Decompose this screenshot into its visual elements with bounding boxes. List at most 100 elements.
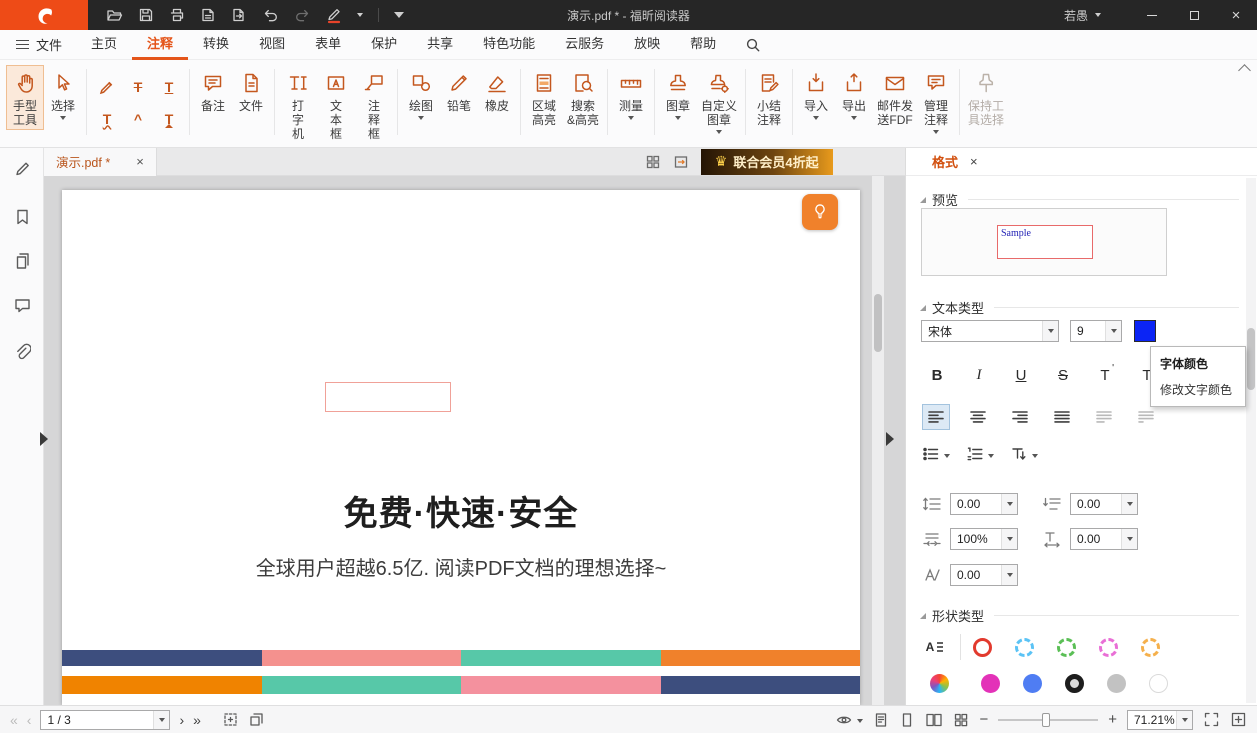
line-spacing-combo[interactable]: 0.00 <box>950 493 1018 515</box>
font-family-select[interactable]: 宋体 <box>921 320 1059 342</box>
shape-color-lightblue[interactable] <box>1015 638 1034 657</box>
document-tab-close-icon[interactable]: × <box>136 155 144 168</box>
single-page-view-icon[interactable] <box>899 712 915 728</box>
dropdown-arrow-icon[interactable] <box>1001 565 1017 585</box>
align-right-button[interactable] <box>1006 404 1034 430</box>
foxit-logo[interactable] <box>0 0 88 30</box>
pdf-page[interactable]: 免费·快速·安全 全球用户超越6.5亿. 阅读PDF文档的理想选择~ <box>62 190 860 705</box>
ribbon-search-button[interactable] <box>737 37 769 53</box>
grid-view-icon[interactable] <box>953 712 969 728</box>
tab-share[interactable]: 共享 <box>412 30 468 60</box>
next-page-button[interactable]: › <box>179 712 184 728</box>
format-tab-close-icon[interactable]: × <box>970 155 978 168</box>
tab-protect[interactable]: 保护 <box>356 30 412 60</box>
shape-fill-magenta[interactable] <box>981 674 1000 693</box>
keep-tool-selected-button[interactable]: 保持工 具选择 <box>964 65 1008 130</box>
customize-toolbar-icon[interactable] <box>394 12 404 18</box>
active-textbox-annotation[interactable] <box>325 382 451 412</box>
preview-section-header[interactable]: 预览 <box>920 190 1239 209</box>
zoom-in-button[interactable]: + <box>1108 712 1117 727</box>
facing-page-view-icon[interactable] <box>925 712 943 728</box>
bold-button[interactable]: B <box>922 362 952 389</box>
hand-tool-button[interactable]: 手型 工具 <box>6 65 44 130</box>
underline-button[interactable]: U <box>1006 362 1036 389</box>
text-type-section-header[interactable]: 文本类型 <box>920 298 1239 317</box>
pages-panel-icon[interactable] <box>13 251 31 269</box>
zoom-level-combo[interactable]: 71.21% <box>1127 710 1193 730</box>
redo-icon[interactable] <box>294 7 311 23</box>
shape-color-red[interactable] <box>973 638 992 657</box>
shape-color-rainbow[interactable] <box>930 674 949 693</box>
email-fdf-button[interactable]: 邮件发 送FDF <box>873 65 917 130</box>
justify-button[interactable] <box>1048 404 1076 430</box>
shape-color-magenta[interactable] <box>1099 638 1118 657</box>
strikethrough-button[interactable]: S <box>1048 362 1078 389</box>
print-icon[interactable] <box>169 7 185 23</box>
char-scale-combo[interactable]: 100% <box>950 528 1018 550</box>
callout-tool-button[interactable]: 注 释 框 <box>355 65 393 144</box>
tab-features[interactable]: 特色功能 <box>468 30 550 60</box>
view-mode-button[interactable] <box>835 712 863 728</box>
page-number-combo[interactable]: 1 / 3 <box>40 710 170 730</box>
fit-window-icon[interactable] <box>1230 711 1247 728</box>
eraser-tool-button[interactable]: 橡皮 <box>478 65 516 116</box>
open-file-icon[interactable] <box>106 7 123 24</box>
dropdown-arrow-icon[interactable] <box>1121 529 1137 549</box>
prev-page-button[interactable]: ‹ <box>27 712 32 728</box>
textbox-tool-button[interactable]: 文 本 框 <box>317 65 355 144</box>
shape-fill-gray[interactable] <box>1107 674 1126 693</box>
sidebar-expand-arrow[interactable] <box>40 432 48 446</box>
font-size-select[interactable]: 9 <box>1070 320 1122 342</box>
document-scrollbar[interactable] <box>872 176 884 705</box>
text-direction-button[interactable] <box>1010 446 1038 462</box>
italic-button[interactable]: I <box>964 362 994 389</box>
tab-comment[interactable]: 注释 <box>132 30 188 60</box>
dropdown-arrow-icon[interactable] <box>1001 529 1017 549</box>
pencil-tool-button[interactable]: 铅笔 <box>440 65 478 116</box>
font-color-swatch-button[interactable] <box>1134 320 1156 342</box>
close-button[interactable]: × <box>1215 0 1257 30</box>
strikeout-tool-button[interactable]: T <box>124 72 152 101</box>
bookmarks-panel-icon[interactable] <box>13 208 31 226</box>
zoom-out-button[interactable]: − <box>979 712 988 727</box>
shape-fill-white[interactable] <box>1149 674 1168 693</box>
measure-tool-button[interactable]: 测量 <box>612 65 650 123</box>
panel-scrollbar[interactable] <box>1246 178 1256 703</box>
underline-tool-button[interactable]: T <box>155 72 183 101</box>
zoom-slider[interactable] <box>998 712 1098 728</box>
text-style-preset-button[interactable]: A <box>922 634 948 660</box>
align-left-button[interactable] <box>922 404 950 430</box>
bullet-list-button[interactable] <box>922 446 950 462</box>
clipboard-copy-icon[interactable] <box>248 711 265 728</box>
dropdown-arrow-icon[interactable] <box>1105 321 1121 341</box>
tab-convert[interactable]: 转换 <box>188 30 244 60</box>
swap-view-icon[interactable] <box>673 154 689 170</box>
manage-comments-button[interactable]: 管理 注释 <box>917 65 955 137</box>
format-tab[interactable]: 格式 × <box>932 152 978 171</box>
squiggly-tool-button[interactable]: T <box>93 104 121 133</box>
document-tab[interactable]: 演示.pdf * × <box>44 148 157 176</box>
save-icon[interactable] <box>138 7 154 23</box>
search-highlight-tool-button[interactable]: 搜索 &高亮 <box>563 65 603 130</box>
file-menu-button[interactable]: 文件 <box>0 30 76 60</box>
pen-tool-icon[interactable] <box>326 7 342 24</box>
note-tool-button[interactable]: 备注 <box>194 65 232 116</box>
tab-form[interactable]: 表单 <box>300 30 356 60</box>
char-spacing-combo[interactable]: 0.00 <box>1070 528 1138 550</box>
drawing-tool-button[interactable]: 绘图 <box>402 65 440 123</box>
tab-slideshow[interactable]: 放映 <box>619 30 675 60</box>
export-comments-button[interactable]: 导出 <box>835 65 873 123</box>
tab-view[interactable]: 视图 <box>244 30 300 60</box>
pen-tool-dropdown-icon[interactable] <box>357 13 363 17</box>
insert-caret-tool-button[interactable]: ^ <box>124 104 152 133</box>
dropdown-arrow-icon[interactable] <box>1001 494 1017 514</box>
align-center-button[interactable] <box>964 404 992 430</box>
panel-collapse-arrow[interactable] <box>886 432 894 446</box>
read-aloud-icon[interactable] <box>873 712 889 728</box>
stamp-tool-button[interactable]: 图章 <box>659 65 697 123</box>
highlight-tool-button[interactable] <box>93 72 121 101</box>
shape-color-orange[interactable] <box>1141 638 1160 657</box>
justify-all-button[interactable] <box>1132 404 1160 430</box>
select-tool-button[interactable]: 选择 <box>44 65 82 123</box>
print-setup-icon[interactable] <box>200 7 216 23</box>
